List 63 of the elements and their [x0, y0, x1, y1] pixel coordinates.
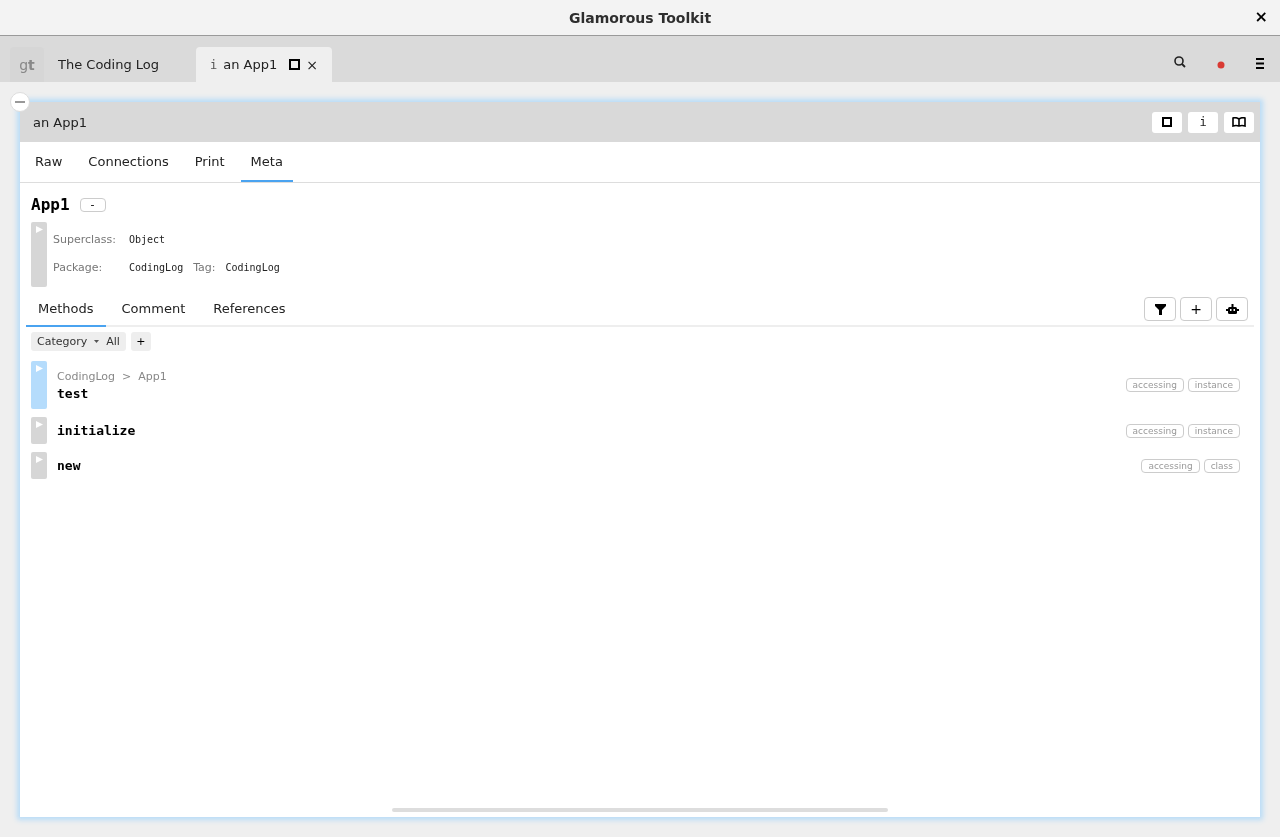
panel-title: an App1	[33, 114, 87, 130]
breadcrumb-item: App1	[138, 369, 167, 383]
category-tag: class	[1203, 458, 1240, 473]
add-button[interactable]: +	[1180, 297, 1212, 321]
method-name: test	[57, 385, 90, 401]
breadcrumb-item: CodingLog	[57, 369, 116, 383]
info-button[interactable]: i	[1188, 111, 1218, 133]
menu-icon[interactable]	[1255, 58, 1265, 69]
method-row[interactable]: initialize accessing instance	[31, 417, 1240, 444]
robot-button[interactable]	[1216, 297, 1248, 321]
add-filter-button[interactable]: +	[130, 332, 151, 351]
tab-label: an App1	[223, 57, 278, 72]
view-tab[interactable]: Raw	[25, 142, 73, 182]
info-icon: i	[210, 57, 218, 72]
view-tab[interactable]: Connections	[78, 142, 179, 182]
section-tab[interactable]: Comment	[109, 293, 198, 327]
section-tab[interactable]: Methods	[26, 293, 106, 327]
filter-icon	[1154, 303, 1166, 315]
view-tab[interactable]: Meta	[240, 142, 293, 182]
square-icon	[1162, 117, 1172, 127]
category-tag: accessing	[1125, 423, 1184, 438]
collapse-class-button[interactable]: -	[79, 197, 106, 212]
record-dot-icon[interactable]	[1217, 61, 1225, 69]
search-icon[interactable]	[1173, 55, 1187, 69]
category-tag: accessing	[1125, 378, 1184, 392]
book-button[interactable]	[1224, 111, 1254, 133]
category-tag: instance	[1187, 423, 1240, 438]
book-icon	[1232, 117, 1246, 127]
expand-triangle-icon	[35, 421, 43, 428]
maximize-icon[interactable]	[289, 59, 301, 70]
category-tag: accessing	[1141, 458, 1200, 473]
robot-icon	[1225, 303, 1239, 315]
expand-triangle-icon	[35, 456, 43, 463]
maximize-button[interactable]	[1152, 111, 1182, 133]
class-name: App1	[31, 195, 70, 214]
collapse-button[interactable]	[10, 92, 30, 112]
tag-label: Tag:	[193, 260, 216, 274]
dropdown-caret-icon	[94, 340, 100, 343]
window-title: Glamorous Toolkit	[568, 9, 712, 26]
method-row[interactable]: new accessing class	[31, 452, 1240, 479]
inspector-tab[interactable]: i an App1 ×	[196, 47, 332, 82]
minus-icon	[15, 101, 25, 103]
method-row[interactable]: CodingLog > App1 test accessing instance	[31, 361, 1240, 409]
package-value[interactable]: CodingLog	[129, 261, 184, 273]
tab-close-button[interactable]: ×	[306, 56, 318, 73]
category-filter[interactable]: Category All	[31, 332, 126, 351]
method-name: new	[57, 458, 82, 473]
view-tab[interactable]: Print	[184, 142, 235, 182]
scrollbar-thumb[interactable]	[392, 808, 888, 812]
method-name: initialize	[57, 423, 137, 438]
filter-label: Category	[37, 335, 88, 348]
expand-triangle-icon	[35, 365, 43, 372]
superclass-value[interactable]: Object	[129, 233, 184, 245]
breadcrumb-item: >	[122, 369, 132, 383]
category-tag: instance	[1187, 378, 1240, 392]
tag-value[interactable]: CodingLog	[225, 261, 280, 273]
section-tab[interactable]: References	[201, 293, 298, 327]
filter-button[interactable]	[1144, 297, 1176, 321]
package-label: Package:	[53, 260, 104, 274]
filter-value: All	[106, 335, 120, 348]
superclass-label: Superclass:	[53, 232, 117, 246]
close-button[interactable]: ×	[1254, 9, 1268, 25]
expand-triangle-icon	[35, 226, 43, 233]
